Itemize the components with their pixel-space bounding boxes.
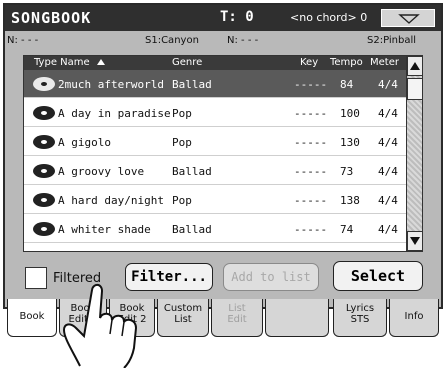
song-meter: 4/4 [378, 136, 398, 149]
tab-0[interactable]: Book [7, 299, 57, 337]
list-scrollbar[interactable] [406, 56, 423, 251]
song-tempo: 130 [340, 136, 360, 149]
filtered-checkbox[interactable] [25, 267, 47, 289]
chord-readout: <no chord> 0 [290, 11, 368, 24]
chevron-down-icon [398, 14, 420, 24]
tab-label: Book [19, 311, 45, 322]
song-name: A hard day/night [58, 194, 164, 207]
column-key[interactable]: Key [300, 57, 318, 68]
column-tempo[interactable]: Tempo [330, 57, 363, 68]
song-key: ----- [294, 107, 328, 120]
song-row[interactable]: A groovy love Ballad ----- 73 4/4 [24, 157, 406, 185]
tab-label: Lyrics STS [345, 303, 375, 325]
column-genre[interactable]: Genre [172, 57, 202, 68]
disc-icon [33, 164, 55, 178]
select-button[interactable]: Select [333, 261, 423, 291]
song-name: 2much afterworld [58, 78, 164, 91]
scroll-down-button[interactable] [407, 231, 423, 251]
song-key: ----- [294, 194, 328, 207]
scroll-thumb[interactable] [407, 78, 423, 100]
style-info-line: N: - - - S1:Canyon N: - - - S2:Pinball [5, 35, 441, 49]
style2-label: S2:Pinball [367, 35, 417, 46]
tab-5[interactable] [265, 299, 329, 337]
song-tempo: 73 [340, 165, 354, 178]
tab-label: Info [404, 311, 424, 322]
song-genre: Pop [172, 107, 192, 120]
column-type-name[interactable]: Type Name [34, 57, 90, 68]
tab-label [266, 299, 328, 311]
song-key: ----- [294, 223, 328, 236]
song-genre: Ballad [172, 78, 212, 91]
tab-7[interactable]: Info [389, 299, 439, 337]
song-tempo: 84 [340, 78, 354, 91]
upper-name-right: N: - - - [227, 35, 259, 46]
song-genre: Ballad [172, 165, 212, 178]
style1-label: S1:Canyon [145, 35, 199, 46]
column-meter[interactable]: Meter [370, 57, 399, 68]
tab-4[interactable]: List Edit [211, 299, 263, 337]
disc-icon [33, 77, 55, 91]
song-genre: Ballad [172, 223, 212, 236]
song-meter: 4/4 [378, 78, 398, 91]
list-header: Type Name Genre Key Tempo Meter [24, 56, 406, 70]
song-name: A groovy love [58, 165, 145, 178]
pointing-hand-icon [62, 283, 138, 368]
song-tempo: 138 [340, 194, 360, 207]
song-key: ----- [294, 78, 328, 91]
song-row[interactable]: 2much afterworld Ballad ----- 84 4/4 [24, 70, 406, 98]
add-to-list-button[interactable]: Add to list [223, 263, 319, 291]
song-meter: 4/4 [378, 223, 398, 236]
song-meter: 4/4 [378, 194, 398, 207]
song-list: Type Name Genre Key Tempo Meter 2much af… [23, 55, 423, 252]
song-key: ----- [294, 165, 328, 178]
song-row[interactable]: A hard day/night Pop ----- 138 4/4 [24, 186, 406, 214]
arrow-up-icon [410, 62, 420, 70]
song-row[interactable]: A day in paradise Pop ----- 100 4/4 [24, 99, 406, 127]
tab-label: Custom List [163, 303, 203, 325]
disc-icon [33, 222, 55, 236]
song-genre: Pop [172, 194, 192, 207]
tab-6[interactable]: Lyrics STS [333, 299, 387, 337]
song-meter: 4/4 [378, 107, 398, 120]
song-genre: Pop [172, 136, 192, 149]
disc-icon [33, 193, 55, 207]
scroll-up-button[interactable] [407, 56, 423, 76]
disc-icon [33, 135, 55, 149]
song-key: ----- [294, 136, 328, 149]
song-tempo: 74 [340, 223, 354, 236]
song-name: A gigolo [58, 136, 111, 149]
tab-3[interactable]: Custom List [157, 299, 209, 337]
title-bar: SONGBOOK T: 0 <no chord> 0 [5, 5, 441, 31]
song-row[interactable]: A gigolo Pop ----- 130 4/4 [24, 128, 406, 156]
upper-name-left: N: - - - [7, 35, 39, 46]
song-tempo: 100 [340, 107, 360, 120]
song-name: A whiter shade [58, 223, 151, 236]
sort-up-icon [96, 56, 106, 71]
disc-icon [33, 106, 55, 120]
tab-label: List Edit [227, 303, 247, 325]
song-name: A day in paradise [58, 107, 171, 120]
song-row[interactable]: A whiter shade Ballad ----- 74 4/4 [24, 215, 406, 243]
arrow-down-icon [410, 237, 420, 245]
tempo-readout: T: 0 [220, 9, 254, 25]
song-meter: 4/4 [378, 165, 398, 178]
page-menu-button[interactable] [381, 9, 435, 27]
page-title: SONGBOOK [11, 9, 92, 27]
songbook-screen: SONGBOOK T: 0 <no chord> 0 N: - - - S1:C… [3, 3, 443, 337]
